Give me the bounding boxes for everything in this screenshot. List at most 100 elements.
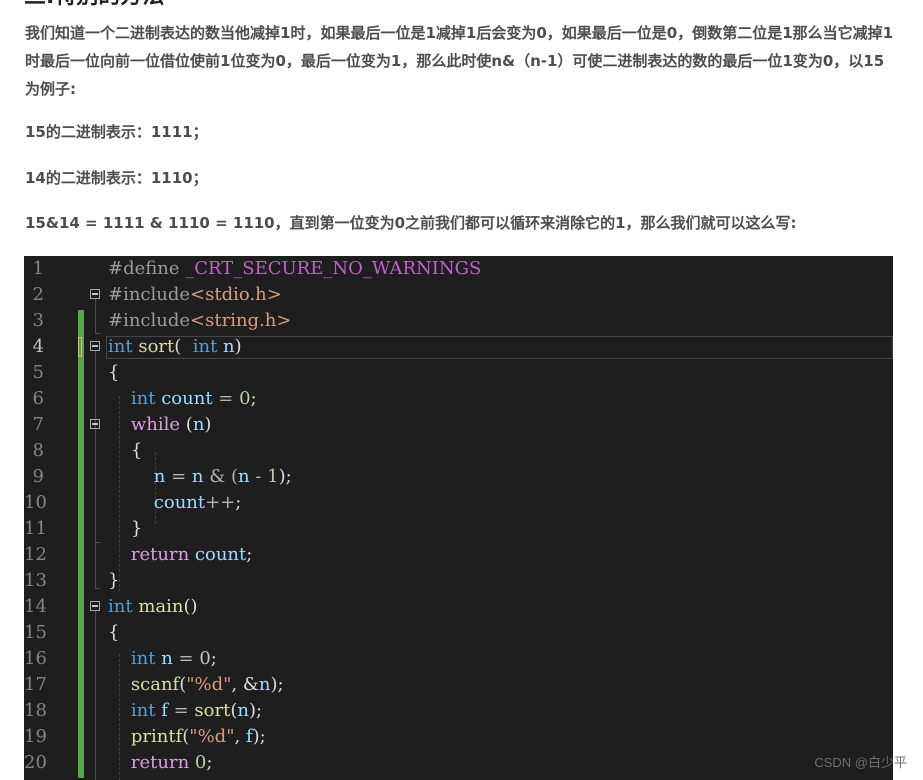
code-token: main (138, 596, 184, 617)
line-number: 7 (32, 414, 44, 435)
collapse-icon[interactable] (90, 289, 100, 299)
code-text: scanf("%d", &n); (108, 672, 284, 698)
code-text: n = n & (n - 1); (108, 464, 292, 490)
code-token: #include (108, 284, 191, 305)
code-token: ( (174, 336, 193, 357)
code-token: ; (250, 388, 257, 409)
line-number: 17 (24, 674, 47, 695)
code-token: ) (204, 414, 212, 435)
code-text: while (n) (108, 412, 212, 438)
code-text: } (108, 568, 119, 594)
code-token: f (245, 726, 253, 747)
code-text: #include<string.h> (108, 308, 291, 334)
line-number: 12 (24, 544, 47, 565)
line-number: 16 (24, 648, 47, 669)
line-number: 8 (32, 440, 44, 461)
code-text: #include<stdio.h> (108, 282, 282, 308)
collapse-icon[interactable] (90, 341, 100, 351)
collapse-icon[interactable] (90, 601, 100, 611)
code-token: printf (130, 726, 183, 747)
code-token: () (183, 596, 198, 617)
line-number: 11 (24, 518, 47, 539)
code-token: int (192, 336, 218, 357)
line-number: 10 (24, 492, 47, 513)
line-number: 14 (24, 596, 47, 617)
code-token: 0 (194, 752, 207, 773)
code-token: ); (248, 700, 263, 721)
code-line: 17 scanf("%d", &n); (24, 672, 893, 698)
code-line: 19 printf("%d", f); (24, 724, 893, 750)
code-token: sort (138, 336, 175, 357)
code-line: 9 n = n & (n - 1); (24, 464, 893, 490)
code-token: count (153, 492, 206, 513)
paragraph-binary-15: 15的二进制表示：1111； (25, 123, 208, 141)
code-token: ); (278, 466, 292, 487)
code-token: #include (108, 310, 191, 331)
line-number: 15 (24, 622, 47, 643)
code-line: 18 int f = sort(n); (24, 698, 893, 724)
code-token: n (223, 336, 235, 357)
line-number: 19 (24, 726, 47, 747)
code-token: } (108, 518, 143, 539)
code-token: return (130, 752, 190, 773)
code-text: return count; (108, 542, 252, 568)
line-number: 6 (32, 388, 44, 409)
code-line: 5{ (24, 360, 893, 386)
code-line: 4 int sort( int n) (24, 334, 893, 360)
code-screenshot: 1 #define _CRT_SECURE_NO_WARNINGS 2 #includ… (24, 256, 893, 780)
code-text: int main() (108, 594, 198, 620)
code-line: 12 return count; (24, 542, 893, 568)
paragraph-binary-14: 14的二进制表示：1110； (25, 169, 208, 187)
line-number: 4 (32, 336, 44, 357)
code-token: <string.h> (190, 310, 292, 331)
code-token: ); (270, 674, 284, 695)
line-number: 9 (32, 466, 44, 487)
code-token: scanf (130, 674, 180, 695)
code-line: 15 { (24, 620, 893, 646)
code-text: } (108, 516, 142, 542)
collapse-icon[interactable] (90, 419, 100, 429)
code-text: int count = 0; (108, 386, 257, 412)
code-token: n (238, 466, 250, 487)
code-line: 2 #include<stdio.h> (24, 282, 893, 308)
code-token: ( (180, 414, 193, 435)
paragraph-and-example: 15&14 = 1111 & 1110 = 1110，直到第一位变为0之前我们都… (25, 214, 797, 232)
code-token: int (108, 336, 133, 357)
code-token: - (249, 466, 268, 487)
code-token: ; (206, 752, 213, 773)
code-line: 7 while (n) (24, 412, 893, 438)
code-text: #define _CRT_SECURE_NO_WARNINGS (108, 256, 481, 282)
code-token: & ( (203, 466, 238, 487)
code-line: 16 int n = 0; (24, 646, 893, 672)
code-line: 20 return 0; (24, 750, 893, 776)
code-token: _CRT_SECURE_NO_WARNINGS (185, 258, 482, 279)
code-line: 11 } (24, 516, 893, 542)
code-token: { (108, 440, 143, 461)
line-number: 2 (32, 284, 44, 305)
code-line: 14 int main() (24, 594, 893, 620)
line-number: 5 (32, 362, 44, 383)
code-token: , (234, 726, 246, 747)
code-token: 1 (267, 466, 279, 487)
code-text: int f = sort(n); (108, 698, 262, 724)
code-token: ; (210, 648, 217, 669)
code-token: { (108, 362, 120, 383)
code-line: 6 int count = 0; (24, 386, 893, 412)
code-token: ; (246, 544, 253, 565)
line-number: 18 (24, 700, 47, 721)
code-token: { (108, 622, 120, 643)
line-number: 3 (32, 310, 44, 331)
code-token: "%d" (186, 674, 232, 695)
code-token: n (192, 414, 205, 435)
line-number: 1 (32, 258, 44, 279)
code-token: count (194, 544, 247, 565)
code-token: f (161, 700, 168, 721)
